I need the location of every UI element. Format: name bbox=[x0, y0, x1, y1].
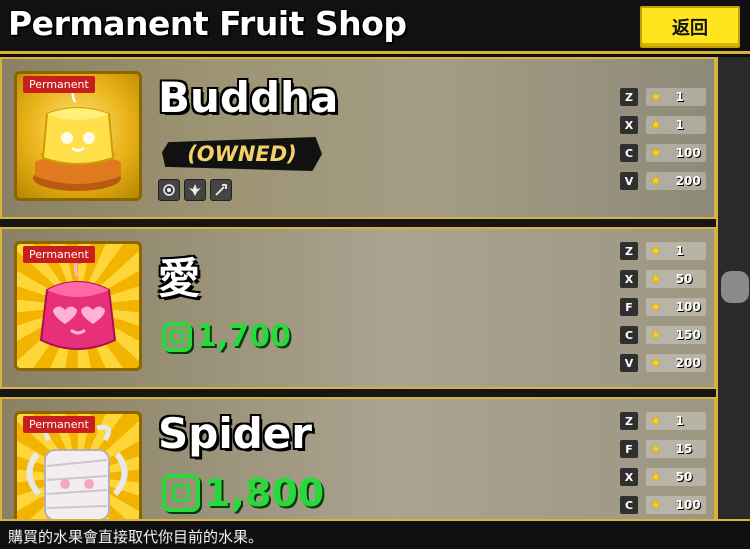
footer-note: 購買的水果會直接取代你目前的水果。 bbox=[8, 528, 264, 546]
move-level-value: 100 bbox=[675, 498, 701, 512]
move-level-value: 50 bbox=[675, 272, 693, 286]
move-row: C ★ 150 bbox=[620, 325, 710, 345]
star-icon: ★ bbox=[650, 117, 662, 133]
move-row: V ★ 200 bbox=[620, 171, 710, 191]
move-row: Z ★ 1 bbox=[620, 411, 710, 431]
star-icon: ★ bbox=[650, 441, 662, 457]
page-title: Permanent Fruit Shop bbox=[8, 4, 407, 43]
scrollbar-thumb[interactable] bbox=[721, 271, 749, 303]
move-key: V bbox=[620, 354, 638, 372]
star-icon: ★ bbox=[650, 271, 662, 287]
move-row: X ★ 1 bbox=[620, 115, 710, 135]
move-level-value: 150 bbox=[675, 328, 701, 342]
robux-icon bbox=[162, 321, 192, 352]
move-level-value: 50 bbox=[675, 470, 693, 484]
move-level: ★ 1 bbox=[646, 412, 706, 430]
star-icon: ★ bbox=[650, 327, 662, 343]
move-row: V ★ 200 bbox=[620, 353, 710, 373]
star-icon: ★ bbox=[650, 413, 662, 429]
move-level-value: 200 bbox=[675, 174, 701, 188]
scrollbar[interactable] bbox=[716, 57, 750, 519]
move-key: X bbox=[620, 270, 638, 288]
move-row: X ★ 50 bbox=[620, 269, 710, 289]
permanent-badge: Permanent bbox=[23, 246, 95, 263]
move-level-value: 100 bbox=[675, 300, 701, 314]
move-list: Z ★ 1 X ★ 50 F ★ 100 C ★ 150 V ★ 200 bbox=[620, 241, 710, 381]
move-level: ★ 100 bbox=[646, 298, 706, 316]
move-level: ★ 15 bbox=[646, 440, 706, 458]
star-icon: ★ bbox=[650, 243, 662, 259]
move-list: Z ★ 1 X ★ 1 C ★ 100 V ★ 200 bbox=[620, 87, 710, 199]
move-key: C bbox=[620, 326, 638, 344]
spider-fruit-image: Permanent bbox=[14, 411, 142, 519]
move-level: ★ 200 bbox=[646, 172, 706, 190]
move-row: F ★ 15 bbox=[620, 439, 710, 459]
move-key: C bbox=[620, 496, 638, 514]
move-level: ★ 100 bbox=[646, 144, 706, 162]
move-row: Z ★ 1 bbox=[620, 87, 710, 107]
move-key: V bbox=[620, 172, 638, 190]
fruit-list[interactable]: Permanent Buddha (OWNED) Z ★ 1 X ★ 1 C ★… bbox=[0, 57, 716, 519]
fruit-name: 愛 bbox=[158, 254, 201, 303]
price-label: 1,700 bbox=[162, 319, 291, 354]
move-level: ★ 1 bbox=[646, 116, 706, 134]
move-level: ★ 100 bbox=[646, 496, 706, 514]
star-icon: ★ bbox=[650, 145, 662, 161]
header-bar: Permanent Fruit Shop 返回 bbox=[0, 0, 750, 54]
move-key: X bbox=[620, 116, 638, 134]
move-key: F bbox=[620, 440, 638, 458]
move-row: Z ★ 1 bbox=[620, 241, 710, 261]
robux-icon bbox=[162, 474, 200, 512]
fruit-name: Spider bbox=[158, 409, 312, 458]
move-level-value: 1 bbox=[675, 118, 685, 132]
move-level: ★ 1 bbox=[646, 242, 706, 260]
move-key: Z bbox=[620, 242, 638, 260]
fruit-card-spider[interactable]: Permanent Spider 1,800 Z ★ 1 F ★ 15 X ★ … bbox=[0, 397, 716, 519]
move-level: ★ 150 bbox=[646, 326, 706, 344]
move-row: C ★ 100 bbox=[620, 143, 710, 163]
love-fruit-image: Permanent bbox=[14, 241, 142, 371]
dot-icon bbox=[158, 179, 180, 201]
move-level: ★ 1 bbox=[646, 88, 706, 106]
move-row: X ★ 50 bbox=[620, 467, 710, 487]
move-level-value: 1 bbox=[675, 414, 685, 428]
star-icon: ★ bbox=[650, 497, 662, 513]
move-level-value: 1 bbox=[675, 244, 685, 258]
move-key: C bbox=[620, 144, 638, 162]
move-level: ★ 200 bbox=[646, 354, 706, 372]
price-label: 1,800 bbox=[162, 471, 324, 515]
move-level: ★ 50 bbox=[646, 468, 706, 486]
owned-label: (OWNED) bbox=[162, 137, 322, 171]
move-key: Z bbox=[620, 88, 638, 106]
permanent-badge: Permanent bbox=[23, 76, 95, 93]
fruit-card-buddha[interactable]: Permanent Buddha (OWNED) Z ★ 1 X ★ 1 C ★… bbox=[0, 57, 716, 219]
star-icon: ★ bbox=[650, 469, 662, 485]
star-icon: ★ bbox=[650, 89, 662, 105]
move-level-value: 1 bbox=[675, 90, 685, 104]
move-row: F ★ 100 bbox=[620, 297, 710, 317]
flame-icon bbox=[184, 179, 206, 201]
price-value: 1,700 bbox=[196, 319, 291, 354]
ability-icons bbox=[158, 179, 232, 201]
move-level-value: 100 bbox=[675, 146, 701, 160]
star-icon: ★ bbox=[650, 173, 662, 189]
star-icon: ★ bbox=[650, 299, 662, 315]
move-key: X bbox=[620, 468, 638, 486]
move-row: C ★ 100 bbox=[620, 495, 710, 515]
move-list: Z ★ 1 F ★ 15 X ★ 50 C ★ 100 bbox=[620, 411, 710, 519]
price-value: 1,800 bbox=[204, 471, 325, 515]
move-level-value: 15 bbox=[675, 442, 693, 456]
move-key: Z bbox=[620, 412, 638, 430]
move-level: ★ 50 bbox=[646, 270, 706, 288]
move-level-value: 200 bbox=[675, 356, 701, 370]
move-key: F bbox=[620, 298, 638, 316]
footer-bar: 購買的水果會直接取代你目前的水果。 bbox=[0, 519, 750, 549]
back-button[interactable]: 返回 bbox=[640, 6, 740, 48]
fruit-card-love[interactable]: Permanent 愛 1,700 Z ★ 1 X ★ 50 F ★ 100 C… bbox=[0, 227, 716, 389]
permanent-badge: Permanent bbox=[23, 416, 95, 433]
star-icon: ★ bbox=[650, 355, 662, 371]
fruit-name: Buddha bbox=[158, 73, 339, 122]
sweep-icon bbox=[210, 179, 232, 201]
buddha-fruit-image: Permanent bbox=[14, 71, 142, 201]
